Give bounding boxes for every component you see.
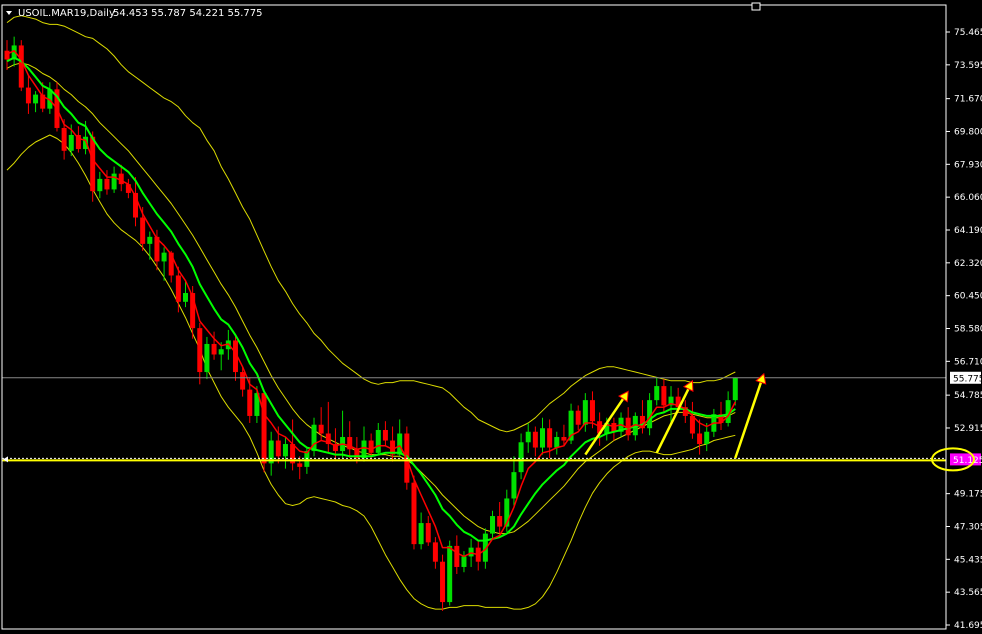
candle-body — [411, 482, 417, 545]
y-tick-label: 41.695 — [954, 621, 982, 631]
candle-body — [697, 433, 703, 445]
candle-body — [425, 523, 431, 543]
close-icon[interactable] — [751, 2, 761, 11]
y-tick-label: 75.465 — [954, 28, 982, 38]
candle-body — [732, 377, 738, 401]
candle-body — [247, 389, 253, 416]
y-tick-label: 71.670 — [954, 95, 982, 105]
candle-body — [454, 545, 460, 567]
y-tick-label: 73.595 — [954, 61, 982, 71]
candle-body — [468, 547, 474, 557]
y-tick-label: 52.915 — [954, 424, 982, 434]
candle-body — [33, 94, 39, 104]
candle-body — [211, 343, 217, 355]
candle-body — [547, 428, 553, 448]
candle-body — [511, 472, 517, 499]
candle-body — [447, 545, 453, 603]
y-tick-label: 62.320 — [954, 259, 982, 269]
ohlc-label: 54.453 55.787 54.221 55.775 — [113, 8, 263, 19]
candle-body — [532, 431, 538, 448]
candle-body — [375, 429, 381, 453]
candle-body — [368, 440, 374, 453]
candle-body — [497, 516, 503, 527]
candle-body — [111, 173, 117, 190]
y-tick-label: 56.710 — [954, 357, 982, 367]
candle-body — [440, 561, 446, 603]
candle — [18, 40, 24, 92]
y-tick-label: 47.305 — [954, 522, 982, 532]
y-tick-label: 64.190 — [954, 226, 982, 236]
candle-body — [461, 556, 467, 567]
y-tick-label: 49.175 — [954, 490, 982, 500]
candle-body — [397, 433, 403, 455]
candle-body — [297, 463, 303, 467]
candle-body — [197, 328, 203, 373]
candle-body — [175, 275, 181, 302]
candle-body — [218, 349, 224, 355]
y-tick-label: 58.580 — [954, 325, 982, 335]
candle-body — [575, 410, 581, 425]
support-price-label: 51.125 — [953, 456, 982, 466]
candle-body — [432, 542, 438, 562]
y-tick-label: 69.800 — [954, 127, 982, 137]
candle-body — [554, 437, 560, 448]
candle-body — [204, 343, 210, 373]
candle — [447, 540, 453, 606]
candle-body — [418, 523, 424, 545]
y-tick-label: 67.930 — [954, 160, 982, 170]
price-chart[interactable]: 75.465 73.595 71.670 69.800 67.930 66.060 64.1… — [0, 0, 982, 634]
candle-body — [140, 217, 146, 244]
candle-body — [68, 134, 74, 151]
candle-body — [661, 386, 667, 406]
candle-body — [654, 386, 660, 401]
candle-body — [90, 136, 96, 192]
candle-body — [147, 236, 153, 244]
candle-body — [318, 424, 324, 434]
candle-body — [18, 45, 24, 88]
y-tick-label: 66.060 — [954, 193, 982, 203]
candle-body — [582, 400, 588, 425]
candle-body — [625, 417, 631, 436]
candle-body — [275, 440, 281, 457]
y-tick-label: 45.435 — [954, 555, 982, 565]
candle-body — [161, 252, 167, 262]
candle-body — [525, 431, 531, 443]
candle-body — [282, 444, 288, 457]
candle-body — [25, 87, 31, 104]
candle-body — [561, 437, 567, 441]
y-tick-label: 54.785 — [954, 391, 982, 401]
current-price-label: 55.775 — [953, 374, 982, 384]
candle-body — [4, 50, 10, 60]
candle-body — [183, 293, 188, 302]
chart-header: USOIL.MAR19,Daily 54.453 55.787 54.221 5… — [6, 8, 263, 19]
candle-body — [589, 400, 595, 422]
candle-body — [540, 428, 545, 448]
candle-body — [118, 173, 124, 185]
candle-body — [104, 178, 110, 190]
candle-body — [382, 429, 388, 441]
candle-body — [261, 393, 267, 464]
candle-body — [518, 442, 524, 473]
symbol-label: USOIL.MAR19,Daily — [18, 8, 115, 19]
y-tick-label: 60.450 — [954, 292, 982, 302]
candle — [411, 475, 417, 550]
candle-body — [704, 431, 710, 445]
candle-body — [97, 178, 103, 192]
y-tick-label: 43.565 — [954, 588, 982, 598]
candle-body — [240, 372, 246, 390]
candle-body — [61, 127, 67, 151]
candle-body — [490, 516, 496, 534]
